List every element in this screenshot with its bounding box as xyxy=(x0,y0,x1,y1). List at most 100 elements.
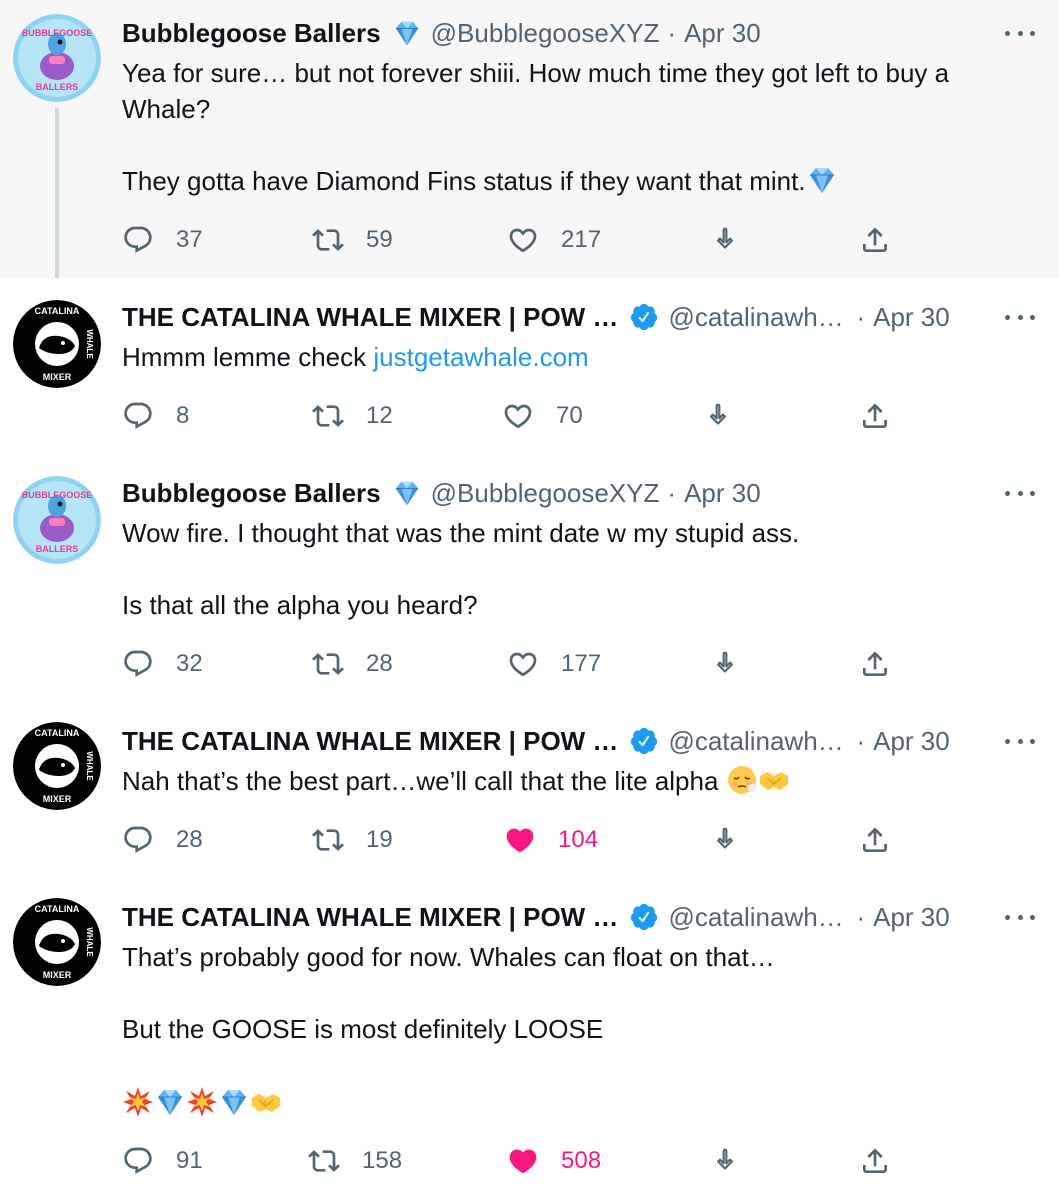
author-handle[interactable]: @BubblegooseXYZ xyxy=(431,478,660,509)
tweet-header: Bubblegoose Ballers @BubblegooseXYZ · Ap… xyxy=(122,16,1039,50)
tweet-text-span: Nah that’s the best part…we’ll call that… xyxy=(122,766,719,796)
tweet-date[interactable]: Apr 30 xyxy=(684,18,761,49)
avatar-text-top: BUBBLEGOOSE xyxy=(22,28,93,38)
like-button[interactable]: 217 xyxy=(507,223,601,257)
retweet-icon xyxy=(308,1145,340,1177)
share-button[interactable] xyxy=(859,399,913,433)
share-button[interactable] xyxy=(859,647,913,681)
tweet-text: Nah that’s the best part…we’ll call that… xyxy=(122,763,1019,799)
liked-heart-icon xyxy=(507,1145,539,1177)
tip-button[interactable] xyxy=(709,1144,763,1178)
reply-button[interactable]: 91 xyxy=(122,1144,203,1178)
avatar-bubblegoose[interactable]: BUBBLEGOOSE BALLERS xyxy=(13,476,101,564)
like-button[interactable]: 508 xyxy=(507,1144,601,1178)
like-button[interactable]: 70 xyxy=(502,399,583,433)
author-name[interactable]: Bubblegoose Ballers xyxy=(122,18,381,49)
like-count: 217 xyxy=(561,226,602,253)
share-icon xyxy=(859,224,891,256)
handshake-emoji xyxy=(250,1086,282,1118)
avatar-text-bottom: MIXER xyxy=(43,970,72,980)
like-button[interactable]: 104 xyxy=(504,823,598,857)
tip-button[interactable] xyxy=(709,647,763,681)
retweet-icon xyxy=(312,224,344,256)
share-button[interactable] xyxy=(859,1144,913,1178)
separator-dot: · xyxy=(667,477,677,508)
avatar-bubblegoose[interactable]: BUBBLEGOOSE BALLERS xyxy=(13,14,101,102)
avatar-text-bottom: BALLERS xyxy=(36,82,79,92)
verified-badge-icon xyxy=(628,902,660,932)
retweet-button[interactable]: 19 xyxy=(312,823,393,857)
tweet-text: Hmmm lemme check justgetawhale.com xyxy=(122,339,1019,375)
tweet-link[interactable]: justgetawhale.com xyxy=(373,342,588,372)
tweet-header: THE CATALINA WHALE MIXER | POW … @catali… xyxy=(122,300,1039,334)
tweet-text-line: But the GOOSE is most definitely LOOSE xyxy=(122,1014,604,1044)
like-count: 508 xyxy=(561,1147,602,1174)
separator-dot: · xyxy=(856,725,866,756)
reply-button[interactable]: 8 xyxy=(122,399,189,433)
tweet-4[interactable]: CATALINA WHALE MIXER THE CATALINA WHALE … xyxy=(0,700,1059,880)
more-options-icon[interactable] xyxy=(1005,478,1035,508)
more-options-icon[interactable] xyxy=(1005,302,1035,332)
tip-button[interactable] xyxy=(702,399,756,433)
share-button[interactable] xyxy=(859,223,913,257)
retweet-count: 158 xyxy=(362,1147,403,1174)
tweet-date[interactable]: Apr 30 xyxy=(873,902,950,933)
author-handle[interactable]: @catalinawh… xyxy=(668,302,848,333)
retweet-button[interactable]: 28 xyxy=(312,647,393,681)
retweet-button[interactable]: 158 xyxy=(308,1144,402,1178)
tip-button[interactable] xyxy=(709,223,763,257)
more-options-icon[interactable] xyxy=(1005,726,1035,756)
author-name[interactable]: THE CATALINA WHALE MIXER | POW … xyxy=(122,302,618,333)
handshake-emoji xyxy=(758,764,790,796)
share-icon xyxy=(859,648,891,680)
tweet-text: That’s probably good for now. Whales can… xyxy=(122,939,1019,1121)
avatar-catalina[interactable]: CATALINA WHALE MIXER xyxy=(13,722,101,810)
like-button[interactable]: 177 xyxy=(507,647,601,681)
tweet-text-span: They gotta have Diamond Fins status if t… xyxy=(122,166,806,196)
avatar-text-bottom: MIXER xyxy=(43,372,72,382)
avatar-text-right: WHALE xyxy=(85,329,94,359)
share-button[interactable] xyxy=(859,823,913,857)
retweet-button[interactable]: 59 xyxy=(312,223,393,257)
tip-arrow-icon xyxy=(709,1145,741,1177)
tweet-date[interactable]: Apr 30 xyxy=(873,726,950,757)
diamond-emoji xyxy=(154,1086,186,1118)
diamond-emoji xyxy=(218,1086,250,1118)
like-icon xyxy=(507,224,539,256)
separator-dot: · xyxy=(667,17,677,48)
reply-button[interactable]: 28 xyxy=(122,823,203,857)
author-handle[interactable]: @BubblegooseXYZ xyxy=(431,18,660,49)
tweet-5[interactable]: CATALINA WHALE MIXER THE CATALINA WHALE … xyxy=(0,880,1059,1200)
author-name[interactable]: Bubblegoose Ballers xyxy=(122,478,381,509)
tweet-header: THE CATALINA WHALE MIXER | POW … @catali… xyxy=(122,900,1039,934)
reply-icon xyxy=(122,400,154,432)
author-name[interactable]: THE CATALINA WHALE MIXER | POW … xyxy=(122,726,618,757)
tweet-date[interactable]: Apr 30 xyxy=(684,478,761,509)
author-name[interactable]: THE CATALINA WHALE MIXER | POW … xyxy=(122,902,618,933)
avatar-text-bottom: MIXER xyxy=(43,794,72,804)
tip-arrow-icon xyxy=(709,824,741,856)
avatar-catalina[interactable]: CATALINA WHALE MIXER xyxy=(13,300,101,388)
avatar-text-top: CATALINA xyxy=(35,904,80,914)
tweet-3[interactable]: BUBBLEGOOSE BALLERS Bubblegoose Ballers … xyxy=(0,456,1059,700)
relieved-face-emoji xyxy=(726,764,758,796)
author-handle[interactable]: @catalinawh… xyxy=(668,726,848,757)
reply-button[interactable]: 32 xyxy=(122,647,203,681)
avatar-text-bottom: BALLERS xyxy=(36,544,79,554)
more-options-icon[interactable] xyxy=(1005,18,1035,48)
more-options-icon[interactable] xyxy=(1005,902,1035,932)
verified-badge-icon xyxy=(628,726,660,756)
tip-arrow-icon xyxy=(702,400,734,432)
tweet-date[interactable]: Apr 30 xyxy=(873,302,950,333)
diamond-emoji xyxy=(806,164,838,196)
author-handle[interactable]: @catalinawh… xyxy=(668,902,848,933)
tweet-1[interactable]: BUBBLEGOOSE BALLERS Bubblegoose Ballers … xyxy=(0,0,1059,278)
tweet-2[interactable]: CATALINA WHALE MIXER THE CATALINA WHALE … xyxy=(0,278,1059,456)
avatar-catalina[interactable]: CATALINA WHALE MIXER xyxy=(13,898,101,986)
retweet-button[interactable]: 12 xyxy=(312,399,393,433)
tip-button[interactable] xyxy=(709,823,763,857)
tip-arrow-icon xyxy=(709,648,741,680)
reply-icon xyxy=(122,224,154,256)
reply-count: 37 xyxy=(176,226,203,253)
reply-button[interactable]: 37 xyxy=(122,223,203,257)
